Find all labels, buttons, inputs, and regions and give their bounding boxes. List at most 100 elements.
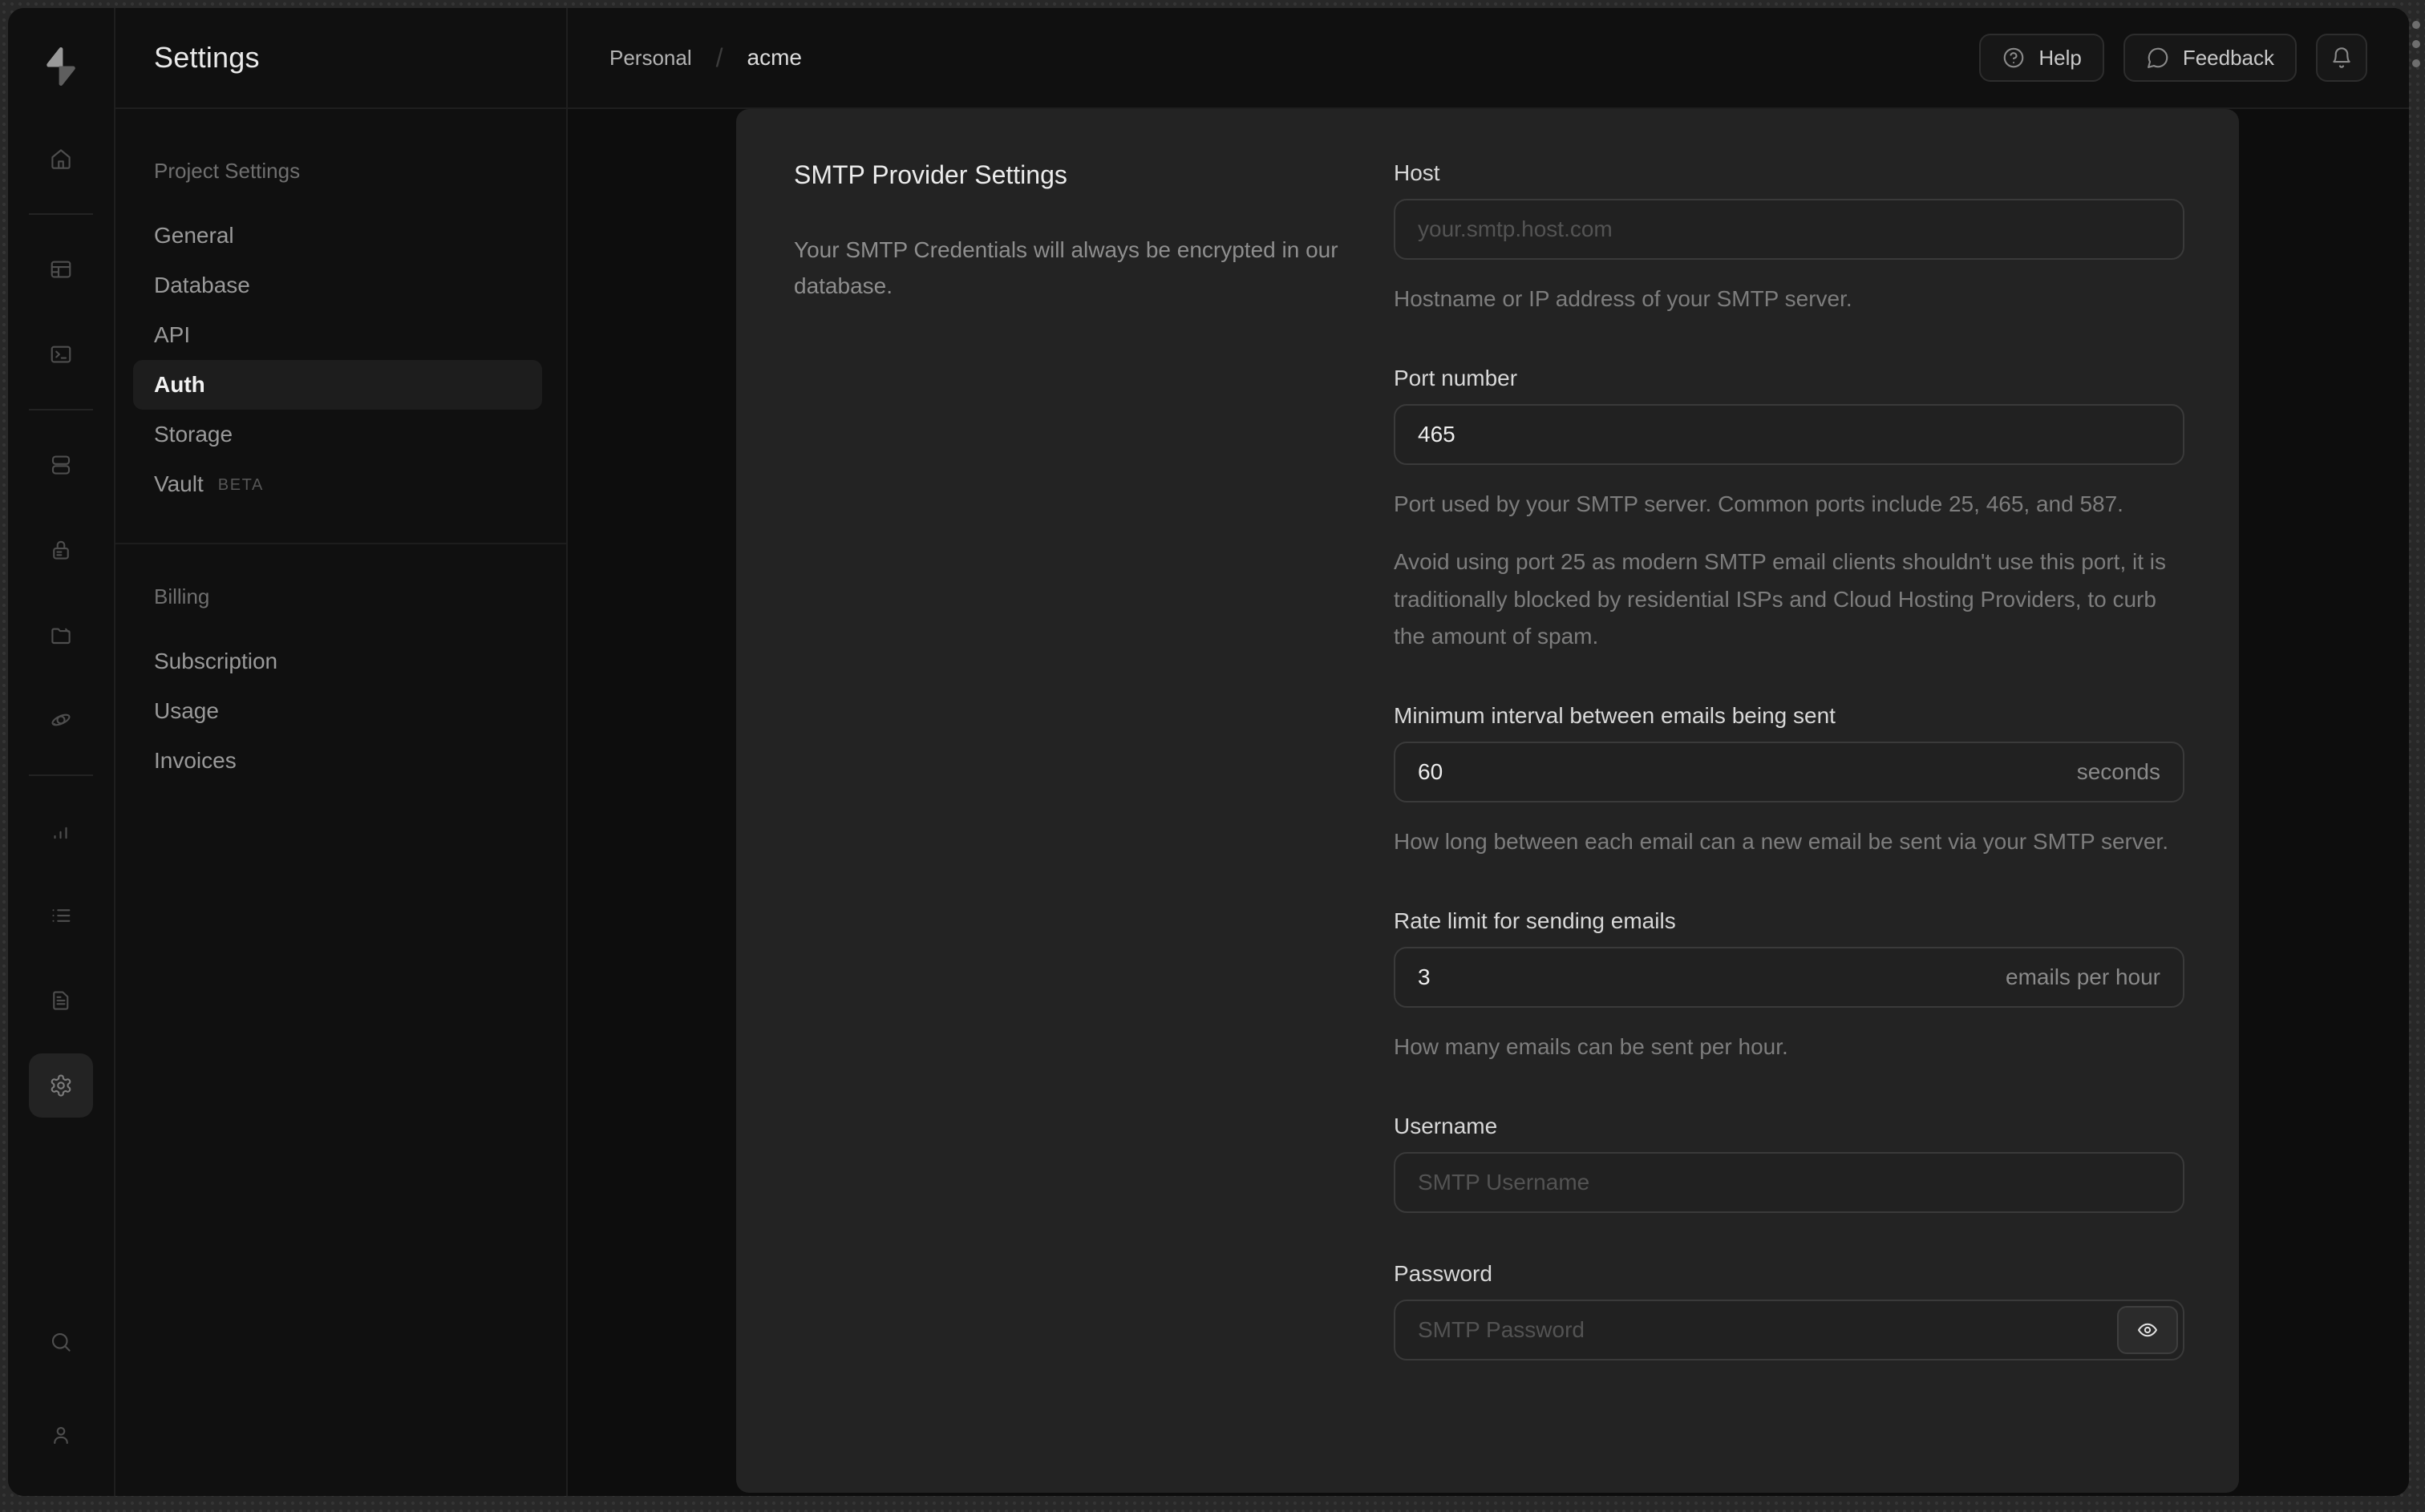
eye-icon — [2136, 1319, 2159, 1341]
rail-item-edge-functions[interactable] — [29, 688, 93, 752]
content-area: SMTP Provider Settings Your SMTP Credent… — [568, 109, 2409, 1496]
settings-sidebar: Settings Project Settings General Database… — [115, 8, 568, 1496]
field-minimum-interval: Minimum interval between emails being se… — [1394, 703, 2184, 860]
minimum-interval-input[interactable] — [1394, 741, 2184, 802]
rail-item-settings[interactable] — [29, 1053, 93, 1118]
app-window: Settings Project Settings General Database… — [8, 8, 2409, 1496]
supabase-logo-icon — [47, 47, 75, 86]
sidebar-item-storage[interactable]: Storage — [133, 410, 542, 459]
field-help-port-2: Avoid using port 25 as modern SMTP email… — [1394, 549, 2167, 649]
input-wrap-rate-limit: emails per hour — [1394, 947, 2184, 1009]
sidebar-item-invoices[interactable]: Invoices — [133, 736, 542, 786]
section-description: Your SMTP Credentials will always be enc… — [794, 237, 1338, 299]
field-label-minimum-interval: Minimum interval between emails being se… — [1394, 702, 1836, 728]
input-wrap-username — [1394, 1152, 2184, 1214]
host-input[interactable] — [1394, 199, 2184, 260]
rail-item-docs[interactable] — [29, 968, 93, 1033]
desktop-backdrop: Settings Project Settings General Database… — [0, 0, 2425, 1512]
sidebar-heading-billing: Billing — [154, 584, 210, 608]
field-password: Password — [1394, 1261, 2184, 1361]
rail-item-database[interactable] — [29, 433, 93, 497]
rail-item-reports[interactable] — [29, 798, 93, 863]
rail-item-storage[interactable] — [29, 603, 93, 667]
breadcrumb-separator: / — [715, 42, 723, 72]
sidebar-item-api[interactable]: API — [133, 310, 542, 360]
rail-item-logs[interactable] — [29, 883, 93, 948]
sidebar-item-label: Database — [154, 273, 250, 297]
port-input[interactable] — [1394, 404, 2184, 466]
field-help-host: Hostname or IP address of your SMTP serv… — [1394, 286, 1852, 311]
rail-divider — [29, 774, 93, 776]
breadcrumb-acme[interactable]: acme — [747, 45, 802, 71]
sidebar-item-vault[interactable]: Vault BETA — [133, 459, 542, 509]
sidebar-section-divider — [115, 543, 566, 544]
sidebar-item-general[interactable]: General — [133, 211, 542, 261]
logs-icon — [49, 904, 73, 928]
sidebar-item-label: Usage — [154, 698, 219, 723]
bell-icon — [2330, 46, 2354, 70]
sidebar-item-label: Invoices — [154, 748, 237, 773]
input-wrap-port — [1394, 404, 2184, 466]
field-username: Username — [1394, 1114, 2184, 1214]
search-icon — [49, 1330, 73, 1354]
password-input[interactable] — [1394, 1300, 2184, 1361]
rail-item-home[interactable] — [29, 127, 93, 191]
breadcrumb-personal[interactable]: Personal — [609, 46, 692, 71]
card-description-column: SMTP Provider Settings Your SMTP Credent… — [794, 160, 1352, 1493]
notifications-button[interactable] — [2316, 34, 2367, 82]
reports-icon — [49, 819, 73, 843]
rail-item-table-editor[interactable] — [29, 237, 93, 301]
input-wrap-host — [1394, 199, 2184, 260]
field-port: Port number Port used by your SMTP server… — [1394, 366, 2184, 655]
table-editor-icon — [49, 257, 73, 281]
sidebar-item-label: Auth — [154, 372, 205, 397]
database-icon — [49, 453, 73, 477]
breadcrumb: Personal / acme — [609, 43, 802, 73]
sidebar-nav: Project Settings General Database API Auth St… — [115, 109, 566, 786]
message-circle-icon — [2146, 46, 2170, 70]
help-button-label: Help — [2038, 45, 2082, 70]
docs-icon — [49, 988, 73, 1013]
rail-divider — [29, 213, 93, 215]
page-title: Settings — [154, 41, 260, 74]
user-icon — [49, 1423, 73, 1447]
field-help-minimum-interval: How long between each email can a new em… — [1394, 828, 2168, 854]
topbar-actions: Help Feedback — [1979, 34, 2367, 82]
edge-functions-icon — [49, 708, 73, 732]
sidebar-item-auth[interactable]: Auth — [133, 360, 542, 410]
home-icon — [49, 147, 73, 171]
topbar: Personal / acme Help Feedback — [568, 8, 2409, 109]
sidebar-item-label: Subscription — [154, 649, 278, 673]
field-label-password: Password — [1394, 1261, 1492, 1287]
sidebar-item-label: API — [154, 322, 191, 347]
rail-item-search[interactable] — [29, 1310, 93, 1374]
icon-rail — [8, 8, 115, 1496]
section-title: SMTP Provider Settings — [794, 160, 1067, 189]
main-area: Personal / acme Help Feedback SMTP Provider… — [568, 8, 2409, 1496]
field-rate-limit: Rate limit for sending emails emails per … — [1394, 908, 2184, 1065]
sidebar-item-usage[interactable]: Usage — [133, 686, 542, 736]
supabase-logo[interactable] — [39, 45, 83, 88]
field-help-rate-limit: How many emails can be sent per hour. — [1394, 1034, 1788, 1060]
help-circle-icon — [2002, 46, 2026, 70]
auth-icon — [49, 538, 73, 562]
help-button[interactable]: Help — [1979, 34, 2104, 82]
input-wrap-minimum-interval: seconds — [1394, 741, 2184, 802]
rail-item-user[interactable] — [29, 1403, 93, 1467]
sidebar-item-database[interactable]: Database — [133, 261, 542, 310]
username-input[interactable] — [1394, 1152, 2184, 1214]
rate-limit-input[interactable] — [1394, 947, 2184, 1009]
rail-divider — [29, 409, 93, 410]
sidebar-item-subscription[interactable]: Subscription — [133, 637, 542, 686]
rail-item-auth[interactable] — [29, 518, 93, 582]
form-fields-column: Host Hostname or IP address of your SMTP … — [1394, 160, 2184, 1493]
sidebar-item-label: Storage — [154, 422, 233, 447]
reveal-password-button[interactable] — [2117, 1306, 2178, 1355]
rail-item-sql-editor[interactable] — [29, 322, 93, 386]
sql-editor-icon — [49, 342, 73, 366]
field-label-username: Username — [1394, 1114, 1498, 1139]
sidebar-heading-project-settings: Project Settings — [154, 159, 301, 183]
feedback-button[interactable]: Feedback — [2123, 34, 2297, 82]
sidebar-item-label: General — [154, 223, 234, 248]
storage-icon — [49, 623, 73, 647]
